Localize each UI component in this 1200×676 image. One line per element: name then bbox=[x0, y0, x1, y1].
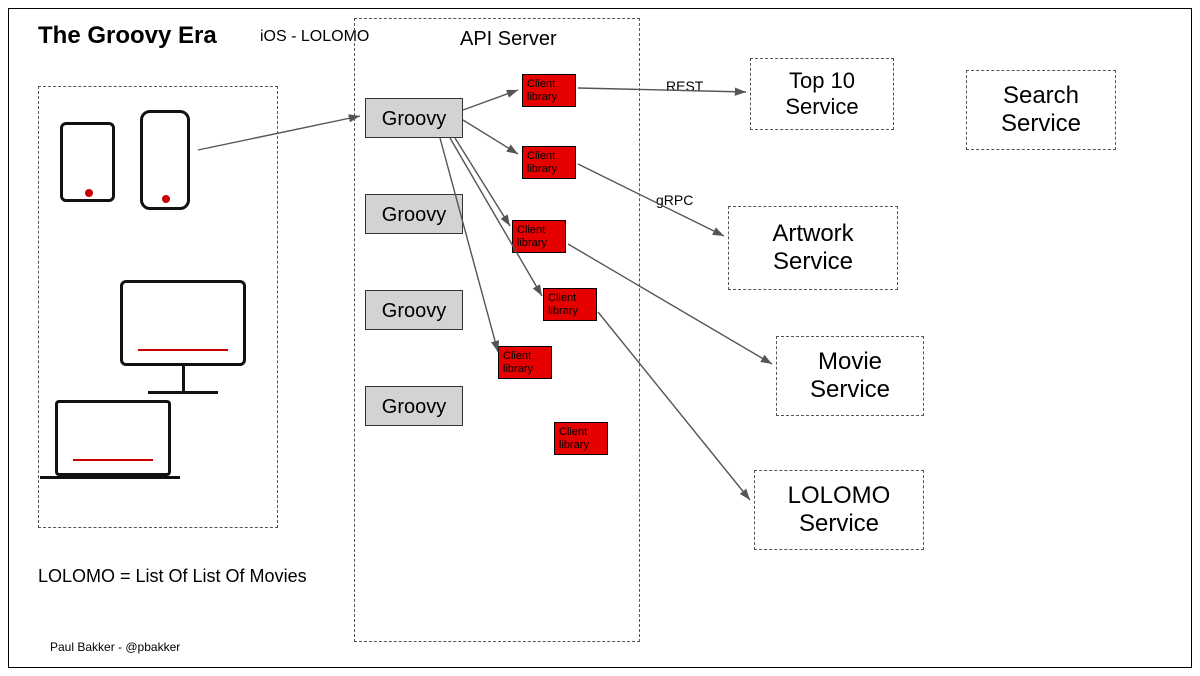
tablet-icon bbox=[60, 122, 115, 202]
footnote: LOLOMO = List Of List Of Movies bbox=[38, 566, 307, 587]
groovy-box-3: Groovy bbox=[365, 290, 463, 330]
lolomo-service: LOLOMOService bbox=[754, 470, 924, 550]
client-lib-1: Clientlibrary bbox=[522, 74, 576, 107]
protocol-grpc: gRPC bbox=[656, 192, 693, 208]
api-server-label: API Server bbox=[460, 28, 557, 51]
client-lib-2: Clientlibrary bbox=[522, 146, 576, 179]
slide-title: The Groovy Era bbox=[38, 22, 217, 50]
groovy-box-2: Groovy bbox=[365, 194, 463, 234]
artwork-service: ArtworkService bbox=[728, 206, 898, 290]
client-lib-6: Clientlibrary bbox=[554, 422, 608, 455]
laptop-icon bbox=[55, 400, 180, 479]
client-lib-3: Clientlibrary bbox=[512, 220, 566, 253]
protocol-rest: REST bbox=[666, 78, 703, 94]
phone-icon bbox=[140, 110, 190, 210]
client-lib-5: Clientlibrary bbox=[498, 346, 552, 379]
slide-subtitle: iOS - LOLOMO bbox=[260, 28, 369, 46]
monitor-icon bbox=[120, 280, 246, 394]
groovy-box-1: Groovy bbox=[365, 98, 463, 138]
credit: Paul Bakker - @pbakker bbox=[50, 640, 180, 654]
groovy-box-4: Groovy bbox=[365, 386, 463, 426]
movie-service: MovieService bbox=[776, 336, 924, 416]
client-lib-4: Clientlibrary bbox=[543, 288, 597, 321]
top10-service: Top 10Service bbox=[750, 58, 894, 130]
search-service: SearchService bbox=[966, 70, 1116, 150]
